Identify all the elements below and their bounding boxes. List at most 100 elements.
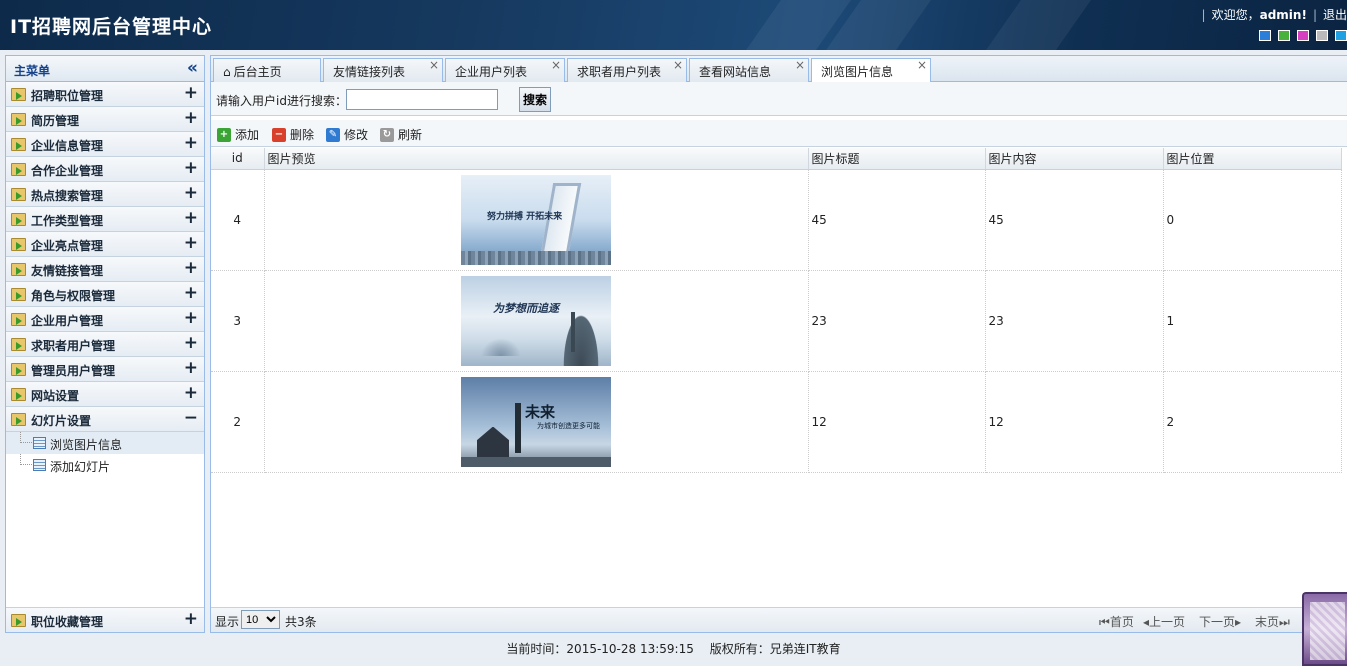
menu-groups: 招聘职位管理 + 简历管理 + 企业信息管理 + 合作企业管理 + 热点搜索管理 + 工作类型管理 +…: [6, 82, 204, 476]
current-time: 当前时间：2015-10-28 13:59:15: [506, 642, 694, 656]
menu-group[interactable]: 工作类型管理 +: [6, 207, 204, 232]
close-tab-icon[interactable]: ×: [551, 58, 561, 72]
refresh-button[interactable]: ↻ 刷新: [380, 126, 422, 143]
column-header-title[interactable]: 图片标题: [808, 148, 986, 170]
tab-label: 浏览图片信息: [821, 65, 894, 79]
slide-subcaption: 为城市创造更多可能: [537, 421, 600, 430]
menu-group[interactable]: 企业亮点管理 +: [6, 232, 204, 257]
menu-group-label: 企业亮点管理: [31, 239, 104, 253]
menu-group[interactable]: 角色与权限管理 +: [6, 282, 204, 307]
expand-icon: +: [183, 83, 198, 103]
table-row[interactable]: 4 努力拼搏 开拓未来 45 45 0: [211, 169, 1342, 271]
username: admin!: [1259, 8, 1307, 22]
tab[interactable]: 查看网站信息 ×: [689, 58, 809, 82]
theme-swatch-cyan[interactable]: [1335, 30, 1347, 41]
cell-position: 2: [1163, 371, 1342, 473]
next-page-button[interactable]: 下一页▸: [1199, 613, 1241, 630]
menu-group[interactable]: 企业用户管理 +: [6, 307, 204, 332]
cell-id: 2: [211, 371, 265, 473]
menu-group-label: 企业用户管理: [31, 314, 104, 328]
page-size-select[interactable]: 10: [241, 610, 280, 629]
expand-icon: +: [183, 158, 198, 178]
search-button[interactable]: 搜索: [519, 87, 551, 112]
table-row[interactable]: 2 未来 为城市创造更多可能 12 12 2: [211, 371, 1342, 473]
slide-thumbnail: 未来 为城市创造更多可能: [461, 376, 611, 467]
table-row[interactable]: 3 为梦想而追逐 23 23 1: [211, 270, 1342, 372]
menu-group-label: 幻灯片设置: [31, 414, 92, 428]
first-page-button[interactable]: ⏮首页: [1099, 613, 1134, 630]
cell-content: 12: [985, 371, 1164, 473]
table-icon: [33, 459, 46, 471]
last-page-button[interactable]: 末页⏭: [1255, 613, 1290, 630]
column-header-content[interactable]: 图片内容: [985, 148, 1164, 170]
menu-group[interactable]: 招聘职位管理 +: [6, 82, 204, 107]
menu-group[interactable]: 求职者用户管理 +: [6, 332, 204, 357]
menu-group-label: 管理员用户管理: [31, 364, 116, 378]
menu-group[interactable]: 网站设置 +: [6, 382, 204, 407]
logout-link[interactable]: 退出: [1323, 8, 1347, 22]
total-count: 共3条: [285, 615, 317, 629]
page-size-label: 显示: [215, 615, 240, 629]
column-header-id[interactable]: id: [211, 148, 265, 170]
cell-title: 23: [808, 270, 986, 372]
expand-icon: +: [183, 183, 198, 203]
menu-group[interactable]: 企业信息管理 +: [6, 132, 204, 157]
floating-widget[interactable]: [1302, 592, 1347, 666]
close-tab-icon[interactable]: ×: [795, 58, 805, 72]
tab-label: 企业用户列表: [455, 65, 528, 79]
menu-group-favorites[interactable]: 职位收藏管理 +: [6, 607, 204, 632]
submenu-item-label: 浏览图片信息: [50, 438, 123, 452]
expand-icon: +: [183, 258, 198, 278]
menu-group[interactable]: 热点搜索管理 +: [6, 182, 204, 207]
tab[interactable]: 企业用户列表 ×: [445, 58, 565, 82]
edit-button[interactable]: ✎ 修改: [326, 126, 368, 143]
menu-group[interactable]: 幻灯片设置 −: [6, 407, 204, 432]
menu-group[interactable]: 合作企业管理 +: [6, 157, 204, 182]
cell-content: 45: [985, 169, 1164, 271]
collapse-menu-icon[interactable]: «: [187, 58, 198, 78]
copyright: 版权所有：兄弟连IT教育: [709, 642, 841, 656]
delete-icon: −: [272, 127, 286, 142]
menu-group-label: 招聘职位管理: [31, 89, 104, 103]
folder-arrow-icon: [11, 388, 26, 401]
close-tab-icon[interactable]: ×: [673, 58, 683, 72]
folder-arrow-icon: [11, 338, 26, 351]
refresh-icon: ↻: [380, 127, 394, 142]
folder-arrow-icon: [11, 288, 26, 301]
theme-swatch-gray[interactable]: [1316, 30, 1328, 41]
welcome-area: | 欢迎您，admin! | 退出: [1201, 8, 1347, 22]
column-header-preview[interactable]: 图片预览: [264, 148, 809, 170]
user-id-search-input[interactable]: [346, 89, 498, 110]
menu-group[interactable]: 管理员用户管理 +: [6, 357, 204, 382]
tab[interactable]: ⌂ 后台主页: [213, 58, 321, 82]
submenu: 浏览图片信息添加幻灯片: [6, 432, 204, 476]
tab[interactable]: 求职者用户列表 ×: [567, 58, 687, 82]
submenu-item[interactable]: 浏览图片信息: [6, 432, 204, 454]
expand-icon: +: [183, 383, 198, 403]
submenu-item[interactable]: 添加幻灯片: [6, 454, 204, 476]
search-bar: 请输入用户id进行搜索： 搜索: [211, 82, 1347, 116]
menu-group-label: 热点搜索管理: [31, 189, 104, 203]
cell-position: 0: [1163, 169, 1342, 271]
tab[interactable]: 友情链接列表 ×: [323, 58, 443, 82]
delete-button[interactable]: − 删除: [272, 126, 314, 143]
menu-group-label: 求职者用户管理: [31, 339, 116, 353]
close-tab-icon[interactable]: ×: [917, 58, 927, 72]
menu-group[interactable]: 简历管理 +: [6, 107, 204, 132]
menu-group[interactable]: 友情链接管理 +: [6, 257, 204, 282]
menu-group-label: 企业信息管理: [31, 139, 104, 153]
menu-group-label: 职位收藏管理: [31, 615, 104, 629]
column-header-position[interactable]: 图片位置: [1163, 148, 1342, 170]
home-icon: ⌂: [223, 65, 231, 79]
cell-preview: 未来 为城市创造更多可能: [264, 371, 809, 473]
menu-group-label: 合作企业管理: [31, 164, 104, 178]
theme-swatch-blue[interactable]: [1259, 30, 1271, 41]
theme-swatch-pink[interactable]: [1297, 30, 1309, 41]
slide-caption: 为梦想而追逐: [493, 301, 559, 315]
close-tab-icon[interactable]: ×: [429, 58, 439, 72]
tab[interactable]: 浏览图片信息 ×: [811, 58, 931, 83]
add-button[interactable]: + 添加: [217, 126, 259, 143]
collapse-icon: −: [183, 408, 198, 428]
prev-page-button[interactable]: ◂上一页: [1143, 613, 1185, 630]
theme-swatch-green[interactable]: [1278, 30, 1290, 41]
